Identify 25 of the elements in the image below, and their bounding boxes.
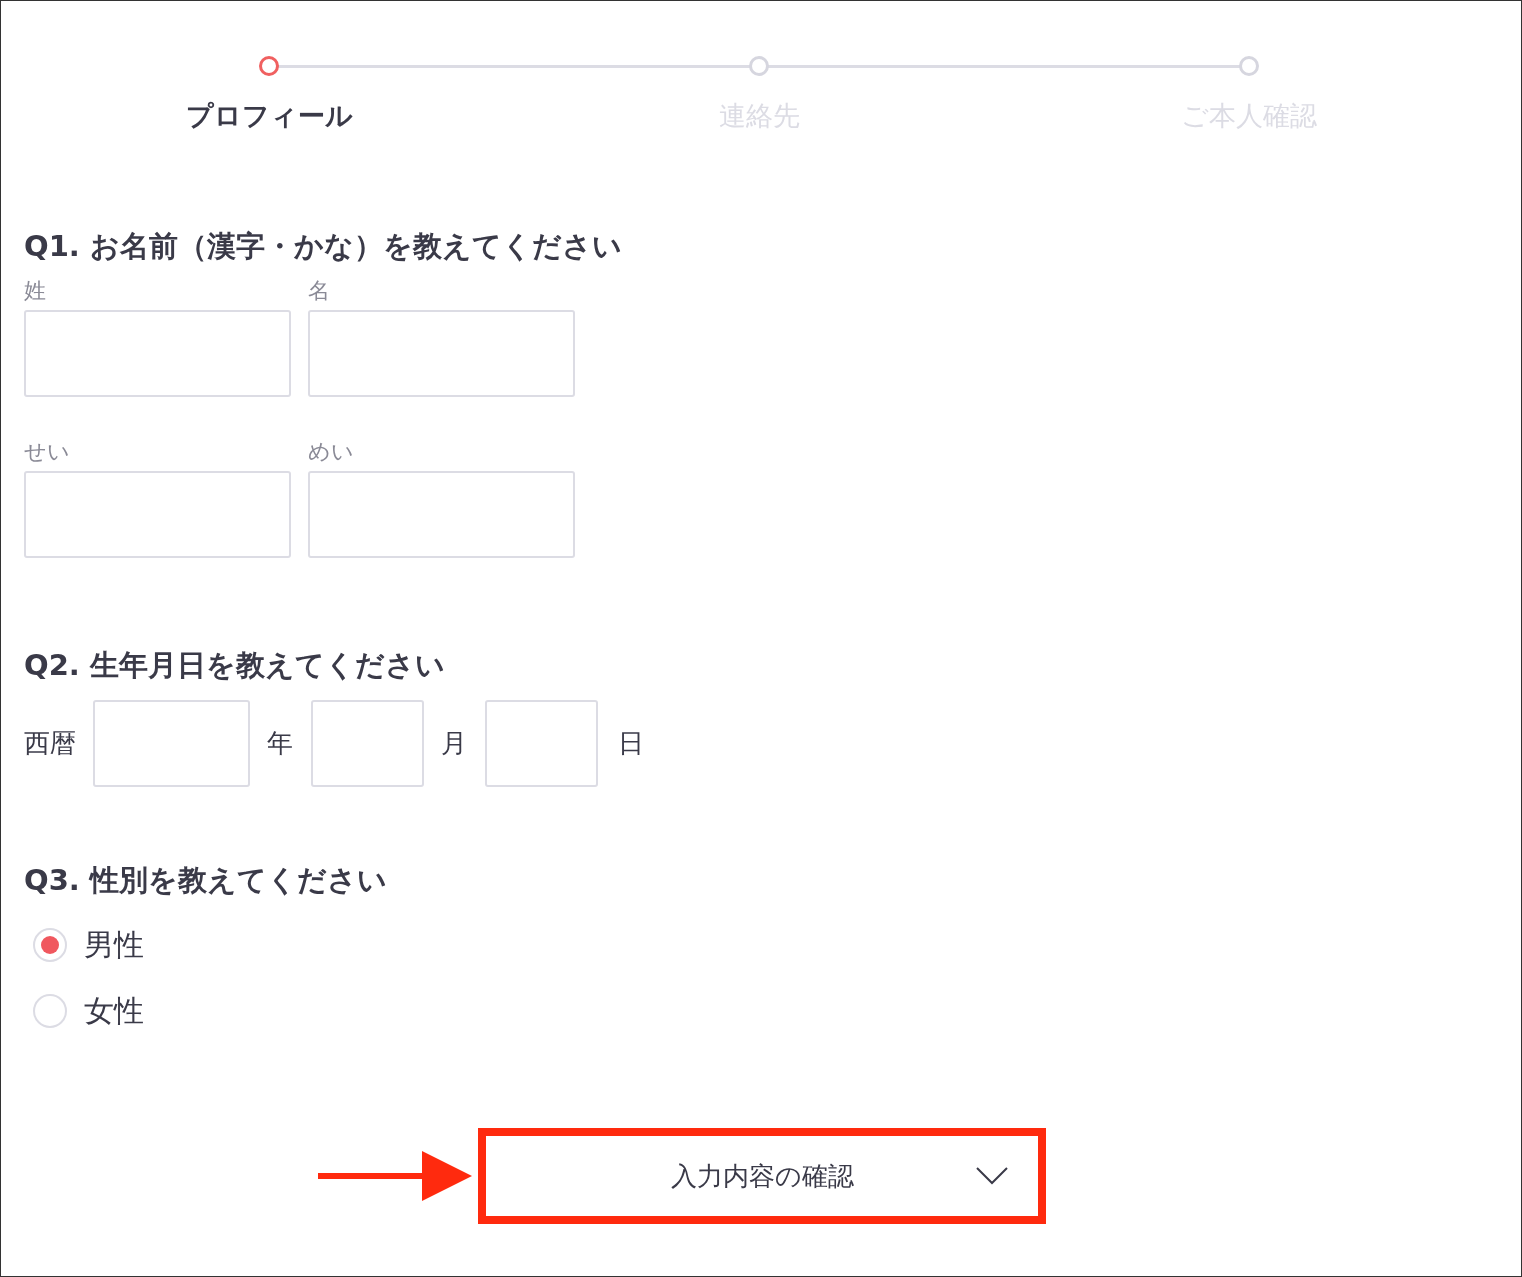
text-input[interactable]: [24, 309, 291, 397]
chevron-down-icon: [976, 1167, 1008, 1186]
date-input[interactable]: [93, 699, 250, 787]
arrow-icon: [318, 1151, 472, 1202]
unit-label: 年: [267, 726, 293, 760]
text-input[interactable]: [24, 470, 291, 558]
era-label: 西暦: [24, 726, 76, 760]
field-label: 名: [308, 276, 331, 300]
date-input[interactable]: [311, 699, 424, 787]
question-title: Q2. 生年月日を教えてください: [24, 647, 446, 683]
date-input[interactable]: [485, 699, 598, 787]
option-label[interactable]: 女性: [84, 990, 144, 1032]
step-label[interactable]: プロフィール: [185, 98, 353, 134]
radio-button[interactable]: [33, 928, 67, 963]
field-label: せい: [24, 437, 71, 461]
field-label: めい: [308, 437, 355, 461]
unit-label: 日: [618, 726, 644, 760]
radio-button[interactable]: [33, 994, 67, 1029]
unit-label: 月: [441, 726, 467, 760]
question-title: Q3. 性別を教えてください: [24, 862, 388, 898]
text-input[interactable]: [308, 470, 575, 558]
option-label[interactable]: 男性: [84, 924, 144, 966]
text-input[interactable]: [308, 309, 575, 397]
field-label: 姓: [24, 276, 47, 300]
question-title: Q1. お名前（漢字・かな）を教えてください: [24, 229, 623, 264]
